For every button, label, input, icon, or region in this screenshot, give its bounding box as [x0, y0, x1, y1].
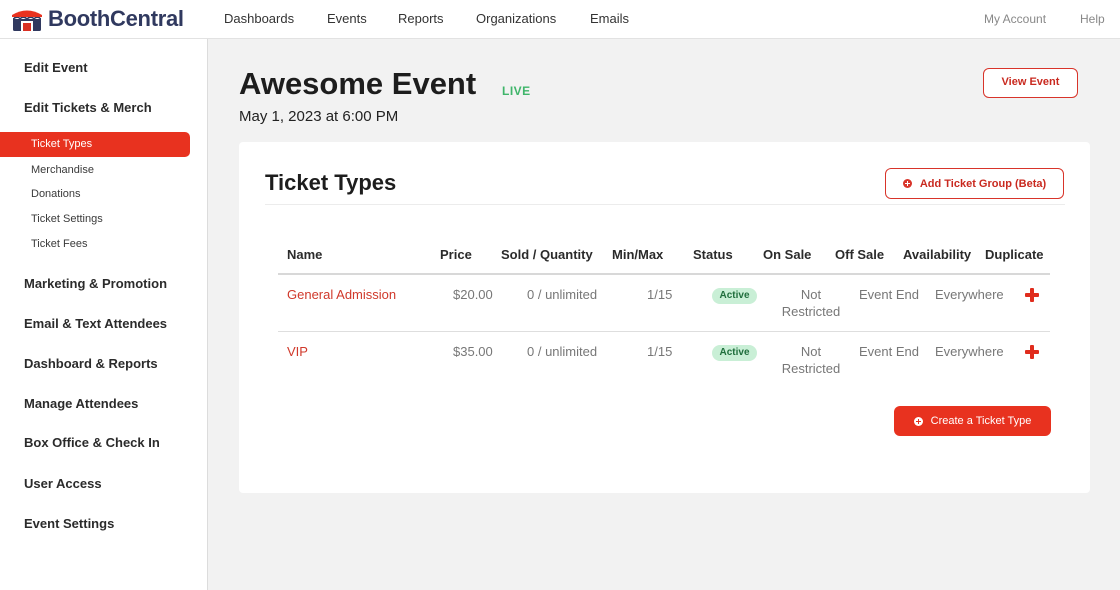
ticket-off-sale: Event End	[859, 287, 919, 302]
ticket-on-sale-2: Restricted	[781, 304, 841, 319]
column-header-price: Price	[440, 247, 472, 262]
column-header-min-max: Min/Max	[612, 247, 664, 262]
sidebar-item-edit-tickets-merch[interactable]: Edit Tickets & Merch	[24, 100, 152, 115]
column-header-off-sale: Off Sale	[835, 247, 885, 262]
sidebar-item-marketing[interactable]: Marketing & Promotion	[24, 276, 167, 291]
ticket-min-max: 1/15	[647, 287, 673, 302]
ticket-price: $35.00	[453, 344, 493, 359]
sidebar-item-manage-attendees[interactable]: Manage Attendees	[24, 396, 138, 411]
nav-organizations[interactable]: Organizations	[476, 11, 556, 26]
sidebar-item-email-text[interactable]: Email & Text Attendees	[24, 316, 167, 331]
add-ticket-group-label: Add Ticket Group (Beta)	[919, 177, 1047, 190]
sidebar-item-event-settings[interactable]: Event Settings	[24, 516, 114, 531]
nav-events[interactable]: Events	[327, 11, 367, 26]
page-title: Awesome Event	[239, 66, 477, 101]
ticket-availability: Everywhere	[935, 344, 1004, 359]
ticket-price: $20.00	[453, 287, 493, 302]
add-circle-icon	[902, 179, 912, 188]
status-pill: Active	[712, 288, 757, 304]
sidebar-subitem-ticket-types[interactable]: Ticket Types	[0, 132, 190, 157]
sidebar-subitem-donations[interactable]: Donations	[31, 188, 81, 200]
column-header-name: Name	[287, 247, 323, 262]
column-header-on-sale: On Sale	[763, 247, 812, 262]
top-navigation-bar: BoothCentral Dashboards Events Reports O…	[0, 0, 1120, 39]
nav-reports[interactable]: Reports	[398, 11, 444, 26]
view-event-button[interactable]: View Event	[983, 68, 1078, 98]
status-pill: Active	[712, 345, 757, 361]
sidebar-subitem-ticket-fees[interactable]: Ticket Fees	[31, 238, 87, 250]
ticket-name-link[interactable]: VIP	[287, 344, 308, 359]
plus-icon[interactable]	[1025, 288, 1039, 302]
ticket-name-link[interactable]: General Admission	[287, 287, 396, 302]
tent-booth-icon	[12, 10, 42, 31]
plus-icon[interactable]	[1025, 345, 1039, 359]
ticket-on-sale: Not	[800, 344, 822, 359]
status-badge: LIVE	[502, 84, 531, 98]
sidebar-subitem-ticket-settings[interactable]: Ticket Settings	[31, 213, 103, 225]
sidebar-item-box-office[interactable]: Box Office & Check In	[24, 435, 160, 450]
row-divider	[278, 331, 1050, 332]
ticket-on-sale-2: Restricted	[781, 361, 841, 376]
sidebar: Edit Event Edit Tickets & Merch Ticket T…	[0, 39, 208, 590]
ticket-availability: Everywhere	[935, 287, 1004, 302]
divider	[265, 204, 1065, 205]
add-ticket-group-button[interactable]: Add Ticket Group (Beta)	[885, 168, 1064, 199]
column-header-duplicate: Duplicate	[985, 247, 1044, 262]
section-title: Ticket Types	[265, 170, 397, 195]
ticket-min-max: 1/15	[647, 344, 673, 359]
ticket-sold-quantity: 0 / unlimited	[527, 344, 598, 359]
column-header-availability: Availability	[903, 247, 972, 262]
ticket-off-sale: Event End	[859, 344, 919, 359]
sidebar-item-dashboard-reports[interactable]: Dashboard & Reports	[24, 356, 158, 371]
brand-logo[interactable]: BoothCentral	[10, 4, 184, 34]
column-header-status: Status	[693, 247, 733, 262]
help-link[interactable]: Help	[1080, 12, 1105, 26]
table-header-divider	[278, 273, 1050, 275]
event-date: May 1, 2023 at 6:00 PM	[239, 108, 399, 125]
column-header-sold-quantity: Sold / Quantity	[501, 247, 593, 262]
sidebar-subitem-label: Ticket Types	[31, 138, 93, 150]
add-circle-icon	[913, 416, 923, 426]
ticket-on-sale: Not	[800, 287, 822, 302]
nav-dashboards[interactable]: Dashboards	[224, 11, 294, 26]
create-ticket-type-button[interactable]: Create a Ticket Type	[894, 406, 1051, 436]
brand-name: BoothCentral	[48, 6, 184, 31]
sidebar-item-edit-event[interactable]: Edit Event	[24, 60, 88, 75]
nav-emails[interactable]: Emails	[590, 11, 629, 26]
ticket-types-card: Ticket Types Add Ticket Group (Beta) Nam…	[239, 142, 1090, 493]
create-ticket-type-label: Create a Ticket Type	[930, 415, 1032, 427]
sidebar-subitem-merchandise[interactable]: Merchandise	[31, 164, 94, 176]
ticket-sold-quantity: 0 / unlimited	[527, 287, 598, 302]
sidebar-item-user-access[interactable]: User Access	[24, 476, 102, 491]
my-account-link[interactable]: My Account	[984, 12, 1046, 26]
